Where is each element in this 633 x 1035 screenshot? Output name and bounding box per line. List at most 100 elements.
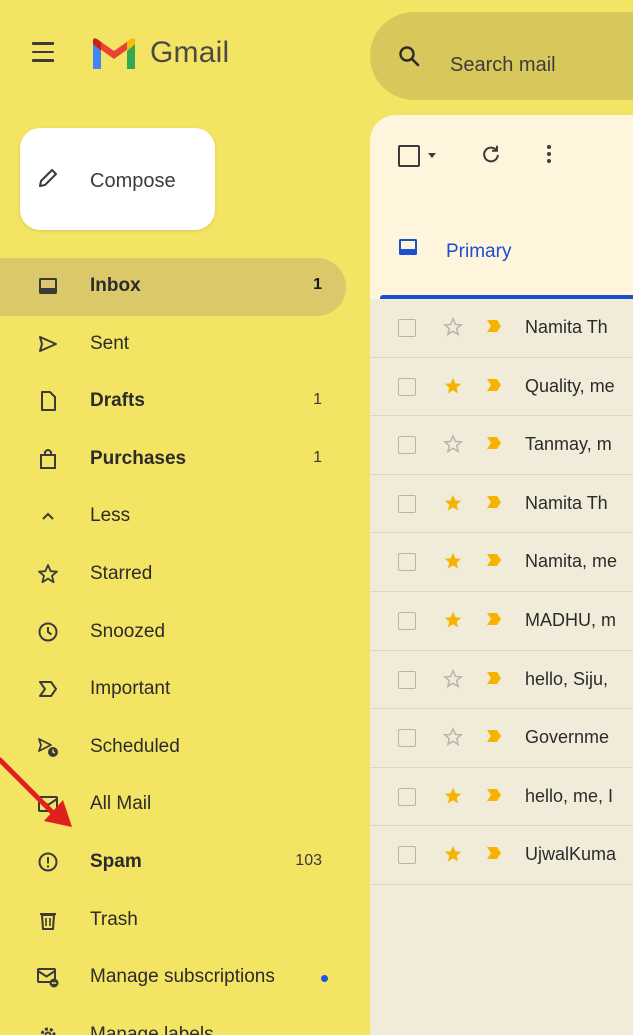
row-sender: MADHU, m xyxy=(525,609,616,630)
clock-icon xyxy=(38,622,58,642)
sidebar-item-label: All Mail xyxy=(90,793,152,815)
sidebar-item-count: 1 xyxy=(313,276,322,293)
sidebar-item-inbox[interactable]: Inbox 1 xyxy=(0,258,346,316)
more-options-icon[interactable] xyxy=(546,143,552,165)
sidebar-item-starred[interactable]: Starred xyxy=(0,546,346,604)
mail-row[interactable]: Tanmay, m xyxy=(370,416,633,475)
important-marker-icon[interactable] xyxy=(486,846,502,860)
sidebar-item-label: Less xyxy=(90,505,131,527)
important-marker-icon[interactable] xyxy=(486,495,502,509)
mail-row[interactable]: MADHU, m xyxy=(370,591,633,651)
important-marker-icon[interactable] xyxy=(486,436,502,450)
star-outline-icon[interactable] xyxy=(442,726,464,748)
row-sender: hello, me, I xyxy=(525,785,614,806)
row-sender: Quality, me xyxy=(525,375,615,396)
starred-icon[interactable] xyxy=(442,550,464,572)
sidebar-item-label: Purchases xyxy=(90,447,187,469)
purchase-icon xyxy=(40,448,56,469)
row-sender: Namita Th xyxy=(525,317,608,337)
search-bar[interactable]: Search mail xyxy=(370,12,633,100)
sidebar-item-manage-subscriptions[interactable]: Manage subscriptions xyxy=(0,949,346,1007)
select-all-checkbox[interactable] xyxy=(398,145,420,167)
mail-row[interactable]: Namita Th xyxy=(370,474,633,534)
starred-icon[interactable] xyxy=(442,492,464,514)
search-input[interactable]: Search mail xyxy=(450,54,556,77)
important-marker-icon[interactable] xyxy=(486,319,502,333)
sidebar-item-less[interactable]: Less xyxy=(0,488,346,546)
unsubscribe-icon xyxy=(37,968,59,988)
sidebar-item-drafts[interactable]: Drafts 1 xyxy=(0,373,346,431)
important-marker-icon[interactable] xyxy=(486,378,502,392)
search-icon[interactable] xyxy=(397,44,421,68)
inbox-icon xyxy=(39,278,57,294)
row-sender: Namita Th xyxy=(525,492,608,513)
star-outline-icon[interactable] xyxy=(442,668,464,690)
sidebar-item-label: Important xyxy=(90,678,171,700)
mail-row[interactable]: Quality, me xyxy=(370,357,633,417)
important-marker-icon[interactable] xyxy=(486,553,502,567)
mail-row[interactable]: Namita, me xyxy=(370,533,633,592)
row-sender: Tanmay, m xyxy=(525,434,612,455)
pencil-icon xyxy=(39,169,57,187)
important-marker-icon[interactable] xyxy=(486,788,502,802)
row-checkbox[interactable] xyxy=(398,436,416,455)
row-checkbox[interactable] xyxy=(398,319,416,337)
sidebar-item-snoozed[interactable]: Snoozed xyxy=(0,604,346,662)
starred-icon[interactable] xyxy=(442,375,464,397)
sidebar-item-label: Scheduled xyxy=(90,735,180,757)
mail-list-panel: Primary Namita Th Quality, me Tanmay, m Nam… xyxy=(370,115,633,1035)
mail-row[interactable]: UjwalKuma xyxy=(370,826,633,885)
star-outline-icon[interactable] xyxy=(442,316,464,338)
refresh-icon[interactable] xyxy=(480,143,502,165)
sidebar-item-label: Trash xyxy=(90,908,138,930)
important-icon xyxy=(39,681,57,698)
mail-row[interactable]: Namita Th xyxy=(370,299,633,358)
row-checkbox[interactable] xyxy=(398,553,416,572)
row-checkbox[interactable] xyxy=(398,494,416,513)
starred-icon[interactable] xyxy=(442,785,464,807)
main-menu-icon[interactable] xyxy=(32,42,54,62)
sidebar-item-purchases[interactable]: Purchases 1 xyxy=(0,431,346,489)
important-marker-icon[interactable] xyxy=(486,729,502,743)
annotation-arrow xyxy=(0,757,72,827)
row-sender: hello, Siju, xyxy=(525,668,609,689)
sidebar-item-spam[interactable]: Spam 103 xyxy=(0,834,346,892)
sidebar-item-label: Spam xyxy=(90,850,142,872)
row-checkbox[interactable] xyxy=(398,670,416,689)
mail-row[interactable]: hello, Siju, xyxy=(370,650,633,710)
row-checkbox[interactable] xyxy=(398,846,416,865)
starred-icon[interactable] xyxy=(442,609,464,631)
sidebar-item-count: 103 xyxy=(295,851,322,869)
sidebar-item-sent[interactable]: Sent xyxy=(0,316,346,374)
sidebar-item-count: 1 xyxy=(313,391,322,409)
sidebar-item-label: Starred xyxy=(90,562,153,584)
row-checkbox[interactable] xyxy=(398,787,416,806)
tab-primary[interactable]: Primary xyxy=(370,197,633,299)
row-checkbox[interactable] xyxy=(398,377,416,396)
important-marker-icon[interactable] xyxy=(486,671,502,685)
mail-toolbar xyxy=(370,115,633,197)
starred-icon[interactable] xyxy=(442,843,464,865)
gmail-brand[interactable]: Gmail xyxy=(150,36,229,70)
gmail-window: Gmail Search mail Compose Inbox 1 Sent D… xyxy=(0,0,633,1035)
compose-label: Compose xyxy=(90,170,176,192)
star-icon xyxy=(38,564,58,584)
star-outline-icon[interactable] xyxy=(442,433,464,455)
sidebar-item-manage-labels[interactable]: Manage labels xyxy=(0,1007,346,1035)
select-options-dropdown[interactable] xyxy=(428,153,436,158)
send-icon xyxy=(39,335,57,352)
row-checkbox[interactable] xyxy=(398,611,416,630)
sidebar-item-label: Manage labels xyxy=(90,1023,214,1035)
chevron-up-icon xyxy=(42,512,54,521)
compose-button[interactable]: Compose xyxy=(20,128,215,230)
mail-row[interactable]: Governme xyxy=(370,709,633,768)
gear-icon xyxy=(40,1027,56,1035)
important-marker-icon[interactable] xyxy=(486,612,502,626)
sidebar-item-trash[interactable]: Trash xyxy=(0,892,346,950)
row-checkbox[interactable] xyxy=(398,729,416,748)
inbox-icon xyxy=(399,239,417,255)
sidebar-item-count: 1 xyxy=(313,448,322,466)
mail-row[interactable]: hello, me, I xyxy=(370,767,633,827)
tab-label: Primary xyxy=(446,241,512,262)
sidebar-item-label: Drafts xyxy=(90,390,145,412)
